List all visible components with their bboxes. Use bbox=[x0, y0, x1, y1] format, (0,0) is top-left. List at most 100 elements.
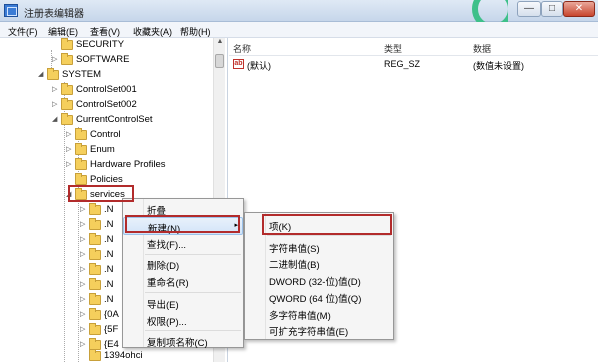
folder-icon bbox=[89, 323, 101, 335]
window-title: 注册表编辑器 bbox=[24, 9, 84, 20]
tree-item-label: {5F bbox=[104, 324, 119, 335]
folder-icon bbox=[89, 293, 101, 305]
expand-arrow-icon[interactable]: ▷ bbox=[80, 220, 88, 228]
menu-item-label: QWORD (64 位)值(Q) bbox=[269, 294, 362, 305]
tree-item-controlset002[interactable]: ▷ ControlSet002 bbox=[52, 98, 213, 113]
menu-item-find[interactable]: 查找(F)... bbox=[123, 234, 243, 252]
expand-arrow-icon[interactable]: ▷ bbox=[80, 310, 88, 318]
menu-edit[interactable]: 编辑(E) bbox=[48, 25, 78, 38]
tree-item-label: .N bbox=[104, 219, 114, 230]
submenu-item-qword-value[interactable]: QWORD (64 位)值(Q) bbox=[245, 288, 393, 306]
expand-arrow-icon[interactable]: ▷ bbox=[80, 250, 88, 258]
folder-icon bbox=[89, 248, 101, 260]
folder-icon bbox=[75, 143, 87, 155]
expand-arrow-icon[interactable]: ◢ bbox=[38, 70, 46, 78]
menu-item-label: 查找(F)... bbox=[147, 240, 187, 251]
tree-item-software[interactable]: ▷ SOFTWARE bbox=[52, 53, 213, 68]
menu-item-delete[interactable]: 删除(D) bbox=[123, 255, 243, 273]
menu-item-label: 多字符串值(M) bbox=[269, 311, 331, 322]
expand-arrow-icon[interactable]: ◢ bbox=[52, 115, 60, 123]
tree-item-label: Control bbox=[90, 129, 121, 140]
column-name[interactable]: 名称 bbox=[233, 42, 251, 55]
menu-favorites[interactable]: 收藏夹(A) bbox=[133, 25, 172, 38]
tree-item-label: Enum bbox=[90, 144, 115, 155]
tree-item-label: Hardware Profiles bbox=[90, 159, 166, 170]
string-value-icon: ab bbox=[233, 59, 244, 69]
expand-arrow-icon[interactable]: ▷ bbox=[80, 265, 88, 273]
expand-arrow-icon[interactable]: ▷ bbox=[80, 205, 88, 213]
highlight-box-new bbox=[125, 215, 240, 233]
value-row[interactable]: ab (默认) REG_SZ (数值未设置) bbox=[229, 57, 598, 71]
folder-icon bbox=[61, 38, 73, 50]
expand-arrow-icon[interactable]: ▷ bbox=[66, 160, 74, 168]
close-button[interactable]: ✕ bbox=[563, 1, 595, 17]
tree-item-label: .N bbox=[104, 234, 114, 245]
expand-arrow-icon[interactable]: ▷ bbox=[80, 325, 88, 333]
tree-item-label: .N bbox=[104, 279, 114, 290]
menu-item-label: 删除(D) bbox=[147, 261, 180, 272]
folder-icon bbox=[89, 278, 101, 290]
tree-item-label: SECURITY bbox=[76, 39, 125, 50]
maximize-button[interactable]: □ bbox=[541, 1, 563, 17]
tree-item-system[interactable]: ◢ SYSTEM bbox=[38, 68, 213, 83]
tree-item-label: SYSTEM bbox=[62, 69, 102, 80]
menu-file[interactable]: 文件(F) bbox=[8, 25, 38, 38]
tree-item-control[interactable]: ▷ Control bbox=[66, 128, 213, 143]
column-type[interactable]: 类型 bbox=[384, 42, 402, 55]
expand-arrow-icon[interactable]: ▷ bbox=[80, 295, 88, 303]
folder-icon bbox=[89, 263, 101, 275]
tree-item-controlset001[interactable]: ▷ ControlSet001 bbox=[52, 83, 213, 98]
menu-item-permissions[interactable]: 权限(P)... bbox=[123, 311, 243, 329]
tree-item-enum[interactable]: ▷ Enum bbox=[66, 143, 213, 158]
tree-item-label: .N bbox=[104, 204, 114, 215]
tree-item-label: ControlSet001 bbox=[76, 84, 137, 95]
menu-item-label: 重命名(R) bbox=[147, 278, 189, 289]
folder-icon bbox=[89, 349, 101, 361]
menu-item-label: 权限(P)... bbox=[147, 317, 187, 328]
menu-help[interactable]: 帮助(H) bbox=[180, 25, 211, 38]
folder-icon bbox=[47, 68, 59, 80]
tree-item-label: .N bbox=[104, 294, 114, 305]
expand-arrow-icon[interactable]: ▷ bbox=[52, 85, 60, 93]
tree-item-label: CurrentControlSet bbox=[76, 114, 153, 125]
tree-item-1394ohci[interactable]: 1394ohci bbox=[80, 349, 213, 362]
tree-item-hardware-profiles[interactable]: ▷ Hardware Profiles bbox=[66, 158, 213, 173]
values-header: 名称 类型 数据 bbox=[229, 38, 598, 56]
expand-arrow-icon[interactable]: ▷ bbox=[52, 55, 60, 63]
folder-icon bbox=[89, 203, 101, 215]
expand-arrow-icon[interactable]: ▷ bbox=[66, 130, 74, 138]
expand-arrow-icon[interactable]: ▷ bbox=[80, 280, 88, 288]
scroll-up-icon[interactable]: ▲ bbox=[214, 38, 226, 50]
tree-item-security[interactable]: SECURITY bbox=[52, 38, 213, 53]
expand-arrow-icon[interactable]: ▷ bbox=[80, 340, 88, 348]
menu-separator bbox=[267, 235, 391, 236]
menu-item-label: DWORD (32-位)值(D) bbox=[269, 277, 361, 288]
submenu-item-dword-value[interactable]: DWORD (32-位)值(D) bbox=[245, 271, 393, 289]
scroll-thumb[interactable] bbox=[215, 54, 224, 68]
tree-item-label: {0A bbox=[104, 309, 119, 320]
tree-item-label: 1394ohci bbox=[104, 350, 143, 361]
folder-icon bbox=[89, 308, 101, 320]
tree-item-label: .N bbox=[104, 264, 114, 275]
menu-item-rename[interactable]: 重命名(R) bbox=[123, 272, 243, 290]
minimize-button[interactable]: — bbox=[517, 1, 541, 17]
value-data: (数值未设置) bbox=[473, 61, 524, 71]
folder-icon bbox=[61, 98, 73, 110]
tree-item-label: SOFTWARE bbox=[76, 54, 130, 65]
submenu-item-expandable-string-value[interactable]: 可扩充字符串值(E) bbox=[245, 321, 393, 339]
folder-icon bbox=[61, 83, 73, 95]
folder-icon bbox=[89, 233, 101, 245]
expand-arrow-icon[interactable]: ▷ bbox=[66, 145, 74, 153]
tree-item-currentcontrolset[interactable]: ◢ CurrentControlSet bbox=[52, 113, 213, 128]
expand-arrow-icon[interactable]: ▷ bbox=[52, 100, 60, 108]
menu-item-export[interactable]: 导出(E) bbox=[123, 294, 243, 312]
menu-view[interactable]: 查看(V) bbox=[90, 25, 120, 38]
expand-arrow-icon[interactable]: ▷ bbox=[80, 235, 88, 243]
highlight-box-key bbox=[262, 214, 392, 235]
menu-item-label: 二进制值(B) bbox=[269, 260, 320, 271]
tree-item-label: ControlSet002 bbox=[76, 99, 137, 110]
column-data[interactable]: 数据 bbox=[473, 42, 491, 55]
folder-icon bbox=[75, 158, 87, 170]
submenu-item-binary-value[interactable]: 二进制值(B) bbox=[245, 254, 393, 272]
menu-item-copy-key-name[interactable]: 复制项名称(C) bbox=[123, 332, 243, 350]
